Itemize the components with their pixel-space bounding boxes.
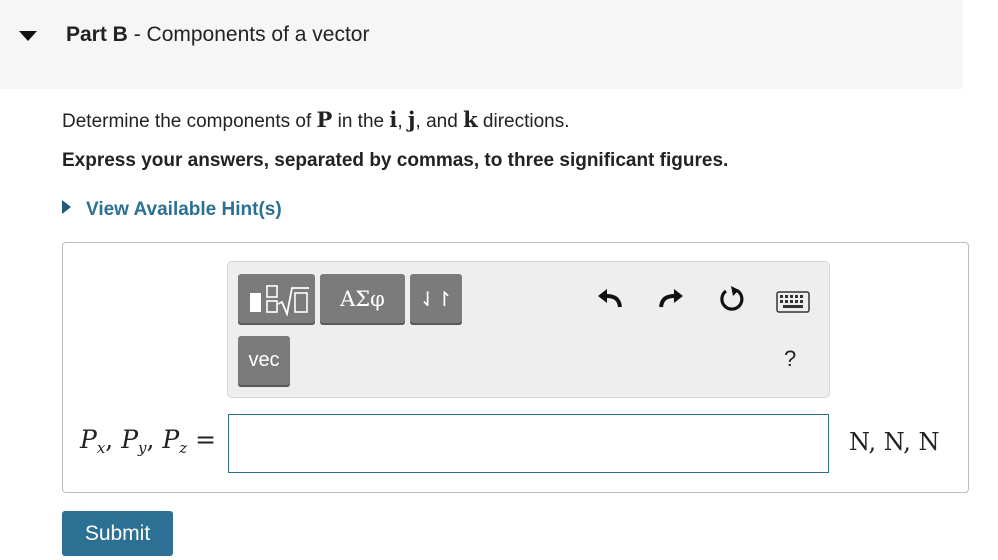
instruction-text: Express your answers, separated by comma… [62,150,729,171]
undo-icon[interactable] [596,286,624,310]
equals-sign: = [187,425,217,454]
question-mid: in the [332,111,390,132]
part-title-text: Components of a vector [146,23,370,46]
keyboard-icon[interactable] [776,291,810,313]
redo-icon[interactable] [657,286,685,310]
part-title: Part B - Components of a vector [66,23,369,47]
cursor-block-icon [250,293,261,312]
answer-units: N, N, N [849,428,940,456]
p-symbol: P [162,425,180,454]
p-symbol: P [80,425,97,454]
subscript-y: y [138,439,147,457]
submit-button[interactable]: Submit [62,511,173,556]
part-label: Part B [66,23,128,46]
question-and: , and [415,111,464,132]
vector-p-symbol: P [316,107,333,132]
subscript-z: z [179,439,188,457]
help-button[interactable]: ? [784,346,796,372]
question-prefix: Determine the components of [62,111,317,132]
math-toolbar [227,261,830,398]
collapse-triangle-icon[interactable] [19,31,37,41]
answer-label: Px, Py, Pz = [80,425,217,457]
view-hints-label: View Available Hint(s) [86,199,282,220]
question-text: Determine the components of P in the i, … [62,107,570,133]
templates-icon [266,285,309,316]
answer-input[interactable] [228,414,829,473]
unit-vector-k: k [463,107,478,132]
greek-symbols-button[interactable]: ΑΣφ [320,274,405,325]
part-header: Part B - Components of a vector [0,0,963,89]
question-suffix: directions. [477,111,570,132]
p-symbol: P [121,425,139,454]
part-title-separator: - [127,23,147,46]
unit-vector-j: j [407,107,416,132]
vector-button[interactable]: vec [238,336,290,387]
hint-expand-triangle-icon [62,200,71,214]
subscript-superscript-button[interactable]: ⇃↾ [410,274,462,325]
question-comma: , [397,111,408,132]
templates-button[interactable] [238,274,315,325]
subscript-x: x [96,439,106,457]
view-hints-link[interactable]: View Available Hint(s) [62,199,282,221]
reset-icon[interactable] [717,284,747,314]
